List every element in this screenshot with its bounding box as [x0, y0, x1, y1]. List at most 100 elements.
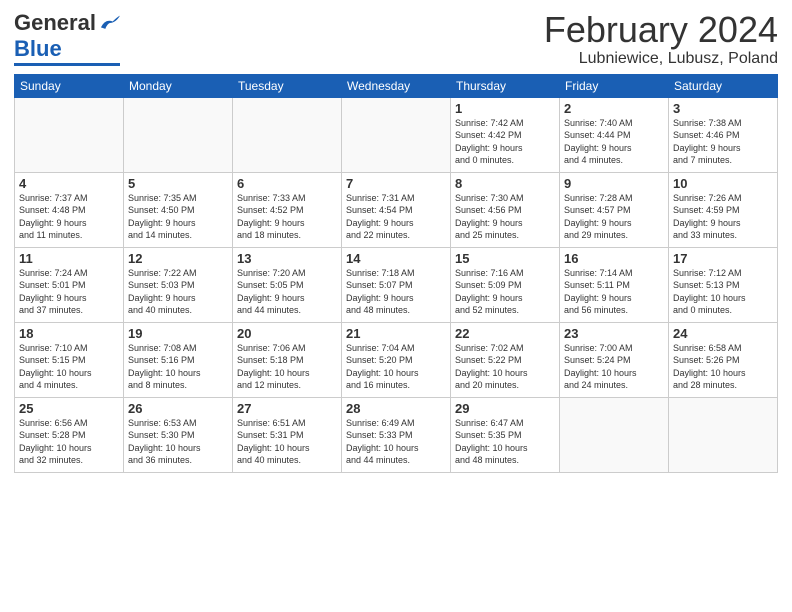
logo-general: General [14, 10, 96, 36]
day-cell: 15Sunrise: 7:16 AM Sunset: 5:09 PM Dayli… [451, 247, 560, 322]
day-info: Sunrise: 7:08 AM Sunset: 5:16 PM Dayligh… [128, 342, 228, 392]
day-cell: 8Sunrise: 7:30 AM Sunset: 4:56 PM Daylig… [451, 172, 560, 247]
day-number: 12 [128, 251, 228, 266]
day-cell: 7Sunrise: 7:31 AM Sunset: 4:54 PM Daylig… [342, 172, 451, 247]
logo: General Blue [14, 10, 120, 66]
logo-bird-icon [98, 14, 120, 32]
weekday-sunday: Sunday [15, 74, 124, 97]
day-cell [342, 97, 451, 172]
day-number: 26 [128, 401, 228, 416]
day-cell: 21Sunrise: 7:04 AM Sunset: 5:20 PM Dayli… [342, 322, 451, 397]
day-info: Sunrise: 7:00 AM Sunset: 5:24 PM Dayligh… [564, 342, 664, 392]
day-info: Sunrise: 7:12 AM Sunset: 5:13 PM Dayligh… [673, 267, 773, 317]
day-number: 20 [237, 326, 337, 341]
day-info: Sunrise: 7:16 AM Sunset: 5:09 PM Dayligh… [455, 267, 555, 317]
day-cell: 17Sunrise: 7:12 AM Sunset: 5:13 PM Dayli… [669, 247, 778, 322]
day-info: Sunrise: 7:31 AM Sunset: 4:54 PM Dayligh… [346, 192, 446, 242]
day-cell: 25Sunrise: 6:56 AM Sunset: 5:28 PM Dayli… [15, 397, 124, 472]
day-info: Sunrise: 7:06 AM Sunset: 5:18 PM Dayligh… [237, 342, 337, 392]
day-cell: 24Sunrise: 6:58 AM Sunset: 5:26 PM Dayli… [669, 322, 778, 397]
day-cell: 10Sunrise: 7:26 AM Sunset: 4:59 PM Dayli… [669, 172, 778, 247]
day-cell: 23Sunrise: 7:00 AM Sunset: 5:24 PM Dayli… [560, 322, 669, 397]
day-info: Sunrise: 7:14 AM Sunset: 5:11 PM Dayligh… [564, 267, 664, 317]
weekday-wednesday: Wednesday [342, 74, 451, 97]
day-info: Sunrise: 7:30 AM Sunset: 4:56 PM Dayligh… [455, 192, 555, 242]
weekday-friday: Friday [560, 74, 669, 97]
day-number: 4 [19, 176, 119, 191]
day-cell [560, 397, 669, 472]
day-info: Sunrise: 7:22 AM Sunset: 5:03 PM Dayligh… [128, 267, 228, 317]
week-row-1: 1Sunrise: 7:42 AM Sunset: 4:42 PM Daylig… [15, 97, 778, 172]
day-cell: 27Sunrise: 6:51 AM Sunset: 5:31 PM Dayli… [233, 397, 342, 472]
week-row-3: 11Sunrise: 7:24 AM Sunset: 5:01 PM Dayli… [15, 247, 778, 322]
month-title: February 2024 [544, 10, 778, 50]
day-cell: 28Sunrise: 6:49 AM Sunset: 5:33 PM Dayli… [342, 397, 451, 472]
day-info: Sunrise: 7:35 AM Sunset: 4:50 PM Dayligh… [128, 192, 228, 242]
day-cell: 20Sunrise: 7:06 AM Sunset: 5:18 PM Dayli… [233, 322, 342, 397]
day-info: Sunrise: 7:04 AM Sunset: 5:20 PM Dayligh… [346, 342, 446, 392]
day-number: 17 [673, 251, 773, 266]
weekday-monday: Monday [124, 74, 233, 97]
day-number: 2 [564, 101, 664, 116]
day-info: Sunrise: 7:18 AM Sunset: 5:07 PM Dayligh… [346, 267, 446, 317]
weekday-header-row: SundayMondayTuesdayWednesdayThursdayFrid… [15, 74, 778, 97]
day-cell: 29Sunrise: 6:47 AM Sunset: 5:35 PM Dayli… [451, 397, 560, 472]
day-number: 21 [346, 326, 446, 341]
day-info: Sunrise: 6:56 AM Sunset: 5:28 PM Dayligh… [19, 417, 119, 467]
calendar-table: SundayMondayTuesdayWednesdayThursdayFrid… [14, 74, 778, 473]
logo-underline [14, 63, 120, 66]
weekday-thursday: Thursday [451, 74, 560, 97]
day-info: Sunrise: 7:20 AM Sunset: 5:05 PM Dayligh… [237, 267, 337, 317]
week-row-5: 25Sunrise: 6:56 AM Sunset: 5:28 PM Dayli… [15, 397, 778, 472]
day-number: 14 [346, 251, 446, 266]
day-cell: 22Sunrise: 7:02 AM Sunset: 5:22 PM Dayli… [451, 322, 560, 397]
day-info: Sunrise: 7:02 AM Sunset: 5:22 PM Dayligh… [455, 342, 555, 392]
day-number: 25 [19, 401, 119, 416]
day-cell [233, 97, 342, 172]
day-cell [669, 397, 778, 472]
day-cell: 16Sunrise: 7:14 AM Sunset: 5:11 PM Dayli… [560, 247, 669, 322]
day-number: 24 [673, 326, 773, 341]
day-number: 8 [455, 176, 555, 191]
day-number: 28 [346, 401, 446, 416]
day-number: 29 [455, 401, 555, 416]
day-cell: 2Sunrise: 7:40 AM Sunset: 4:44 PM Daylig… [560, 97, 669, 172]
day-info: Sunrise: 6:51 AM Sunset: 5:31 PM Dayligh… [237, 417, 337, 467]
day-info: Sunrise: 7:24 AM Sunset: 5:01 PM Dayligh… [19, 267, 119, 317]
day-info: Sunrise: 6:53 AM Sunset: 5:30 PM Dayligh… [128, 417, 228, 467]
day-number: 10 [673, 176, 773, 191]
day-cell: 4Sunrise: 7:37 AM Sunset: 4:48 PM Daylig… [15, 172, 124, 247]
day-number: 7 [346, 176, 446, 191]
day-number: 11 [19, 251, 119, 266]
day-cell: 9Sunrise: 7:28 AM Sunset: 4:57 PM Daylig… [560, 172, 669, 247]
weekday-saturday: Saturday [669, 74, 778, 97]
day-info: Sunrise: 7:42 AM Sunset: 4:42 PM Dayligh… [455, 117, 555, 167]
header: General Blue February 2024 Lubniewice, L… [14, 10, 778, 68]
day-cell: 1Sunrise: 7:42 AM Sunset: 4:42 PM Daylig… [451, 97, 560, 172]
day-info: Sunrise: 6:58 AM Sunset: 5:26 PM Dayligh… [673, 342, 773, 392]
week-row-2: 4Sunrise: 7:37 AM Sunset: 4:48 PM Daylig… [15, 172, 778, 247]
day-cell: 6Sunrise: 7:33 AM Sunset: 4:52 PM Daylig… [233, 172, 342, 247]
day-cell: 18Sunrise: 7:10 AM Sunset: 5:15 PM Dayli… [15, 322, 124, 397]
day-cell: 12Sunrise: 7:22 AM Sunset: 5:03 PM Dayli… [124, 247, 233, 322]
day-info: Sunrise: 6:47 AM Sunset: 5:35 PM Dayligh… [455, 417, 555, 467]
day-cell [124, 97, 233, 172]
day-info: Sunrise: 6:49 AM Sunset: 5:33 PM Dayligh… [346, 417, 446, 467]
day-info: Sunrise: 7:26 AM Sunset: 4:59 PM Dayligh… [673, 192, 773, 242]
day-number: 5 [128, 176, 228, 191]
day-number: 13 [237, 251, 337, 266]
day-cell: 13Sunrise: 7:20 AM Sunset: 5:05 PM Dayli… [233, 247, 342, 322]
logo-text: General [14, 10, 120, 36]
day-info: Sunrise: 7:33 AM Sunset: 4:52 PM Dayligh… [237, 192, 337, 242]
day-number: 16 [564, 251, 664, 266]
day-number: 19 [128, 326, 228, 341]
day-cell [15, 97, 124, 172]
day-number: 23 [564, 326, 664, 341]
day-number: 6 [237, 176, 337, 191]
day-number: 22 [455, 326, 555, 341]
main-container: General Blue February 2024 Lubniewice, L… [0, 0, 792, 479]
location-title: Lubniewice, Lubusz, Poland [544, 50, 778, 68]
day-number: 3 [673, 101, 773, 116]
week-row-4: 18Sunrise: 7:10 AM Sunset: 5:15 PM Dayli… [15, 322, 778, 397]
weekday-tuesday: Tuesday [233, 74, 342, 97]
